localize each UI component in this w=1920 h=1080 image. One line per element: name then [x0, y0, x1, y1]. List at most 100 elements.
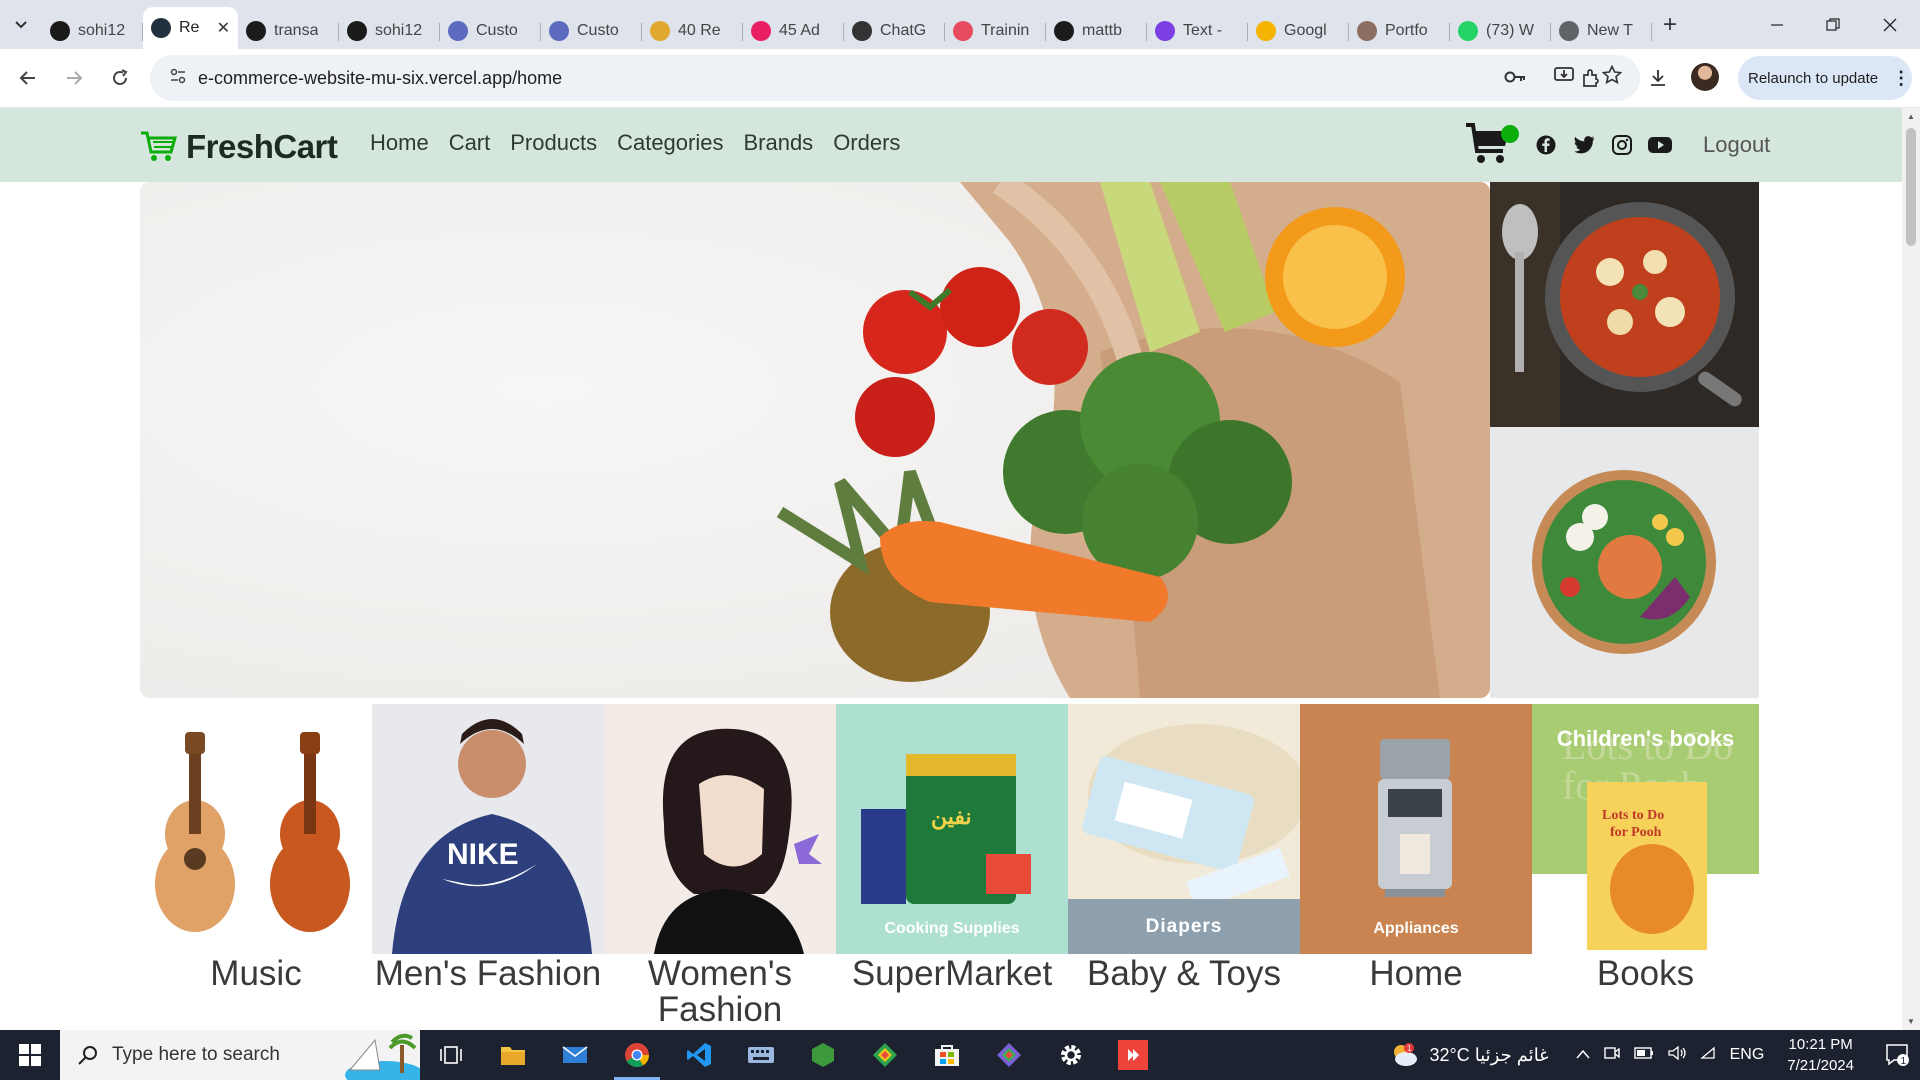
browser-tab[interactable]: 40 Re — [642, 13, 743, 49]
browser-tab[interactable]: Googl — [1248, 13, 1349, 49]
git-tool-2-button[interactable] — [978, 1030, 1040, 1080]
browser-tab[interactable]: Text - — [1147, 13, 1248, 49]
site-logo[interactable]: FreshCart — [140, 128, 338, 166]
start-button[interactable] — [0, 1030, 60, 1080]
weather-text: 32°C غائم جزئيا — [1429, 1044, 1549, 1065]
tab-title: mattb — [1082, 22, 1123, 39]
category-card-supermarket[interactable]: نفين Cooking Supplies SuperMarket — [836, 704, 1068, 992]
scrollbar-thumb[interactable] — [1906, 128, 1916, 246]
category-image[interactable] — [604, 704, 836, 954]
category-image[interactable]: نفين Cooking Supplies — [836, 704, 1068, 954]
volume-icon[interactable] — [1667, 1045, 1686, 1065]
category-image[interactable]: NIKE — [372, 704, 604, 954]
meet-now-icon[interactable] — [1603, 1046, 1620, 1065]
facebook-link[interactable] — [1534, 133, 1558, 157]
category-card-baby-toys[interactable]: Diapers Baby & Toys — [1068, 704, 1300, 992]
category-card-mens-fashion[interactable]: NIKE Men's Fashion — [372, 704, 604, 992]
password-key-icon[interactable] — [1504, 67, 1526, 90]
logout-link[interactable]: Logout — [1703, 132, 1770, 158]
back-button[interactable] — [10, 60, 46, 96]
chrome-button[interactable] — [606, 1030, 668, 1080]
browser-tab[interactable]: Re ✕ — [143, 7, 238, 49]
extensions-icon[interactable] — [1573, 60, 1609, 96]
taskbar-search[interactable]: Type here to search — [60, 1030, 420, 1080]
scroll-down-icon[interactable]: ▼ — [1906, 1017, 1916, 1026]
profile-avatar[interactable] — [1691, 63, 1719, 91]
settings-button[interactable] — [1040, 1030, 1102, 1080]
category-card-music[interactable]: Music — [140, 704, 372, 992]
category-card-womens-fashion[interactable]: Women's Fashion — [604, 704, 836, 1028]
tab-search-button[interactable] — [0, 7, 42, 43]
microsoft-store-button[interactable] — [916, 1030, 978, 1080]
nav-link-products[interactable]: Products — [510, 130, 597, 156]
category-card-home[interactable]: Appliances Home — [1300, 704, 1532, 992]
hero-slider-image[interactable] — [140, 182, 1490, 698]
forward-button[interactable] — [56, 60, 92, 96]
downloads-icon[interactable] — [1640, 60, 1676, 96]
browser-tab[interactable]: 45 Ad — [743, 13, 844, 49]
nav-link-categories[interactable]: Categories — [617, 130, 723, 156]
battery-icon[interactable] — [1633, 1046, 1654, 1064]
close-window-button[interactable] — [1862, 0, 1918, 49]
youtube-link[interactable] — [1648, 133, 1672, 157]
minimize-icon — [1771, 23, 1783, 26]
file-explorer-button[interactable] — [482, 1030, 544, 1080]
vscode-button[interactable] — [668, 1030, 730, 1080]
nav-link-cart[interactable]: Cart — [449, 130, 491, 156]
tab-title: sohi12 — [375, 22, 423, 39]
tab-close-icon[interactable]: ✕ — [217, 18, 230, 38]
nav-link-orders[interactable]: Orders — [833, 130, 900, 156]
page-scrollbar[interactable]: ▲ ▼ — [1902, 108, 1920, 1030]
browser-tab[interactable]: transa — [238, 13, 339, 49]
task-view-button[interactable] — [420, 1030, 482, 1080]
anydesk-button[interactable] — [1102, 1030, 1164, 1080]
show-hidden-icons-button[interactable] — [1576, 1046, 1590, 1064]
cart-button[interactable] — [1465, 121, 1519, 169]
minimize-button[interactable] — [1749, 0, 1805, 49]
scroll-up-icon[interactable]: ▲ — [1906, 112, 1916, 121]
category-image[interactable]: Lots to Dofor PoohLots to Dofor PoohChil… — [1532, 704, 1759, 954]
git-tool-button[interactable] — [854, 1030, 916, 1080]
github-icon — [347, 21, 367, 41]
browser-tab[interactable]: sohi12 — [42, 13, 143, 49]
hero-side-image-bottom[interactable] — [1490, 427, 1759, 698]
weather-widget[interactable]: 1 32°C غائم جزئيا — [1389, 1042, 1549, 1068]
restore-button[interactable] — [1805, 0, 1861, 49]
browser-tab[interactable]: New T — [1551, 13, 1652, 49]
category-image[interactable]: Diapers — [1068, 704, 1300, 954]
instagram-link[interactable] — [1610, 133, 1634, 157]
language-indicator[interactable]: ENG — [1730, 1046, 1765, 1064]
browser-tab[interactable]: Custo — [440, 13, 541, 49]
hero-side-image-top[interactable] — [1490, 182, 1759, 427]
clock[interactable]: 10:21 PM 7/21/2024 — [1787, 1034, 1854, 1076]
category-title: Men's Fashion — [374, 954, 602, 993]
browser-tab[interactable]: sohi12 — [339, 13, 440, 49]
nav-link-home[interactable]: Home — [370, 130, 429, 156]
kebab-menu-icon[interactable]: ⋮ — [1892, 68, 1910, 89]
new-tab-button[interactable]: + — [1652, 7, 1688, 43]
install-app-icon[interactable] — [1554, 66, 1574, 90]
nodejs-button[interactable] — [792, 1030, 854, 1080]
browser-tab[interactable]: Trainin — [945, 13, 1046, 49]
browser-tab[interactable]: (73) W — [1450, 13, 1551, 49]
wifi-icon[interactable] — [1699, 1046, 1716, 1065]
site-info-icon[interactable] — [158, 68, 198, 89]
browser-tab[interactable]: Portfo — [1349, 13, 1450, 49]
nav-link-brands[interactable]: Brands — [743, 130, 813, 156]
reload-button[interactable] — [102, 60, 138, 96]
relaunch-button[interactable]: Relaunch to update ⋮ — [1738, 56, 1912, 100]
browser-tab[interactable]: ChatG — [844, 13, 945, 49]
keyboard-app-button[interactable] — [730, 1030, 792, 1080]
notification-center-button[interactable]: 1 — [1876, 1044, 1920, 1066]
category-image[interactable]: Appliances — [1300, 704, 1532, 954]
mail-button[interactable] — [544, 1030, 606, 1080]
browser-tab[interactable]: Custo — [541, 13, 642, 49]
category-card-books[interactable]: Lots to Dofor PoohLots to Dofor PoohChil… — [1532, 704, 1759, 992]
page-viewport: FreshCart Home Cart Products Categories Bran… — [0, 108, 1902, 1030]
twitter-link[interactable] — [1572, 133, 1596, 157]
browser-tab[interactable]: mattb — [1046, 13, 1147, 49]
svg-text:نفين: نفين — [931, 804, 972, 830]
category-image[interactable] — [140, 704, 372, 954]
training-icon — [953, 21, 973, 41]
address-bar[interactable]: e-commerce-website-mu-six.vercel.app/hom… — [150, 55, 1640, 101]
